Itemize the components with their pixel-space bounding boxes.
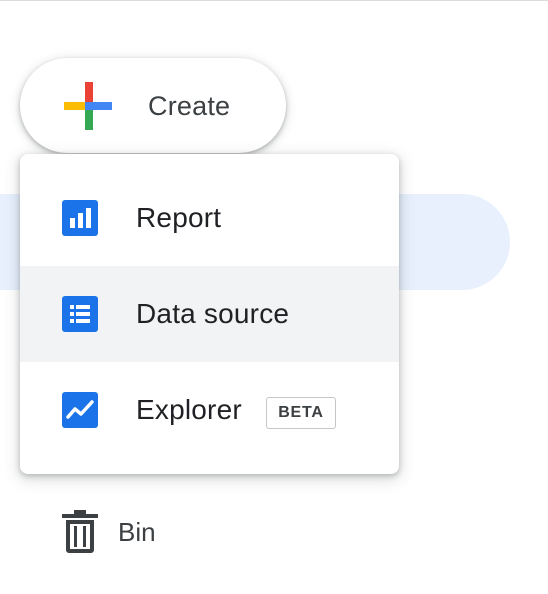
create-button-label: Create xyxy=(148,91,231,121)
menu-item-explorer-label: Explorer xyxy=(136,394,242,425)
menu-item-report[interactable]: Report xyxy=(20,170,399,266)
create-button[interactable]: Create xyxy=(20,58,286,153)
nav-item-bin-label: Bin xyxy=(118,516,156,547)
menu-item-data-source[interactable]: Data source xyxy=(20,266,399,362)
google-plus-icon xyxy=(64,82,112,130)
menu-item-data-source-label: Data source xyxy=(136,298,290,329)
menu-item-explorer[interactable]: Explorer BETA xyxy=(20,362,399,458)
beta-badge: BETA xyxy=(266,397,336,429)
top-divider xyxy=(0,0,548,1)
create-menu: Report Data source Explorer BETA xyxy=(20,154,399,474)
explorer-icon xyxy=(62,392,98,428)
report-icon xyxy=(62,200,98,236)
nav-item-bin[interactable]: Bin xyxy=(60,508,156,556)
menu-item-report-label: Report xyxy=(136,202,222,233)
data-source-icon xyxy=(62,296,98,332)
trash-icon xyxy=(62,510,98,553)
